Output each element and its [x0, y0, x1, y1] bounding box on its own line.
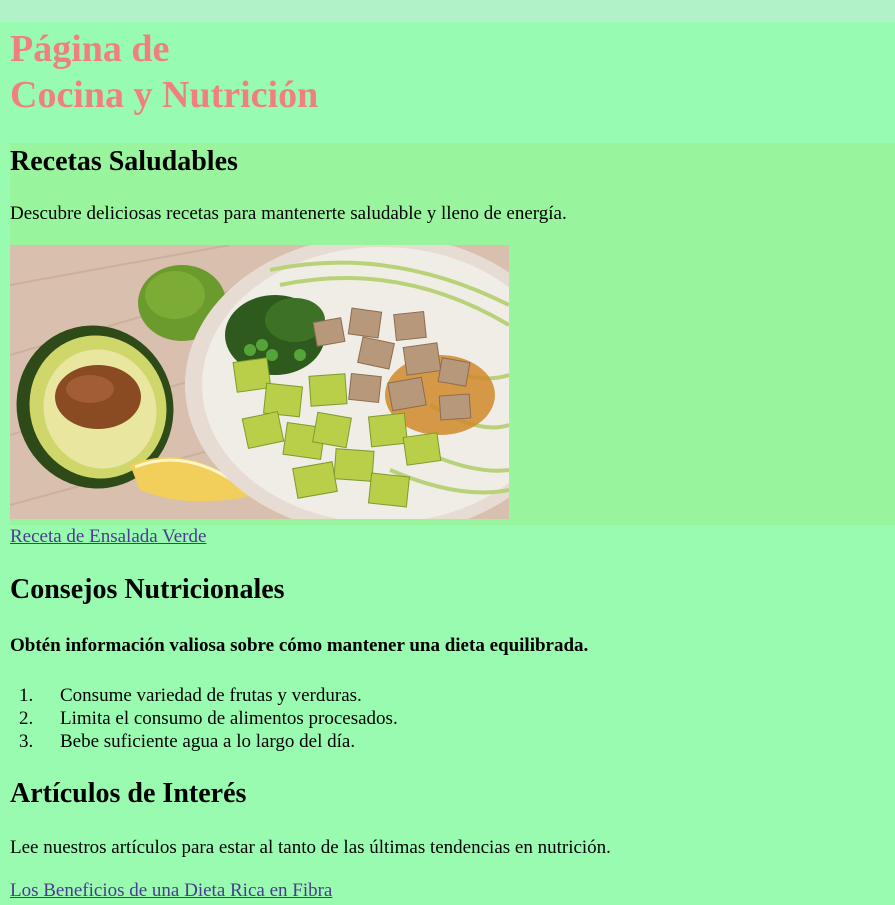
nutrition-heading: Consejos Nutricionales — [10, 574, 285, 605]
list-item: 3. Bebe suficiente agua a lo largo del d… — [19, 730, 398, 753]
list-item-text: Bebe suficiente agua a lo largo del día. — [60, 731, 356, 752]
recipe-salad-link[interactable]: Receta de Ensalada Verde — [10, 525, 206, 549]
list-item: 1. Consume variedad de frutas y verduras… — [19, 684, 398, 707]
salad-image — [10, 245, 509, 519]
list-item-number: 3. — [19, 731, 34, 752]
site-header: Página de Cocina y Nutrición — [10, 22, 895, 143]
nutrition-tips-list: 1. Consume variedad de frutas y verduras… — [19, 684, 398, 753]
articles-description: Lee nuestros artículos para estar al tan… — [10, 837, 611, 858]
page-title: Página de Cocina y Nutrición — [10, 28, 319, 116]
article-fiber-link[interactable]: Los Beneficios de una Dieta Rica en Fibr… — [10, 879, 332, 903]
articles-heading: Artículos de Interés — [10, 778, 247, 809]
recipes-description: Descubre deliciosas recetas para mantene… — [10, 203, 567, 224]
list-item-text: Limita el consumo de alimentos procesado… — [60, 708, 398, 729]
list-item-text: Consume variedad de frutas y verduras. — [60, 685, 362, 706]
recipes-section: Recetas Saludables Descubre deliciosas r… — [10, 143, 895, 525]
salad-photo-illustration — [10, 245, 509, 519]
nutrition-subtitle: Obtén información valiosa sobre cómo man… — [10, 635, 589, 656]
list-item-number: 2. — [19, 708, 34, 729]
list-item: 2. Limita el consumo de alimentos proces… — [19, 707, 398, 730]
recipes-heading: Recetas Saludables — [10, 146, 238, 177]
list-item-number: 1. — [19, 685, 34, 706]
